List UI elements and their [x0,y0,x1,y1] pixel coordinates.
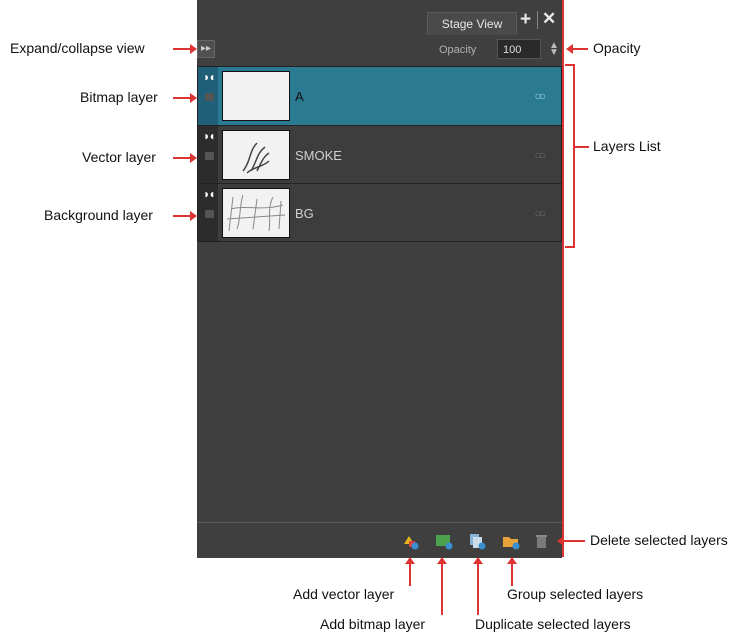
layer-thumbnail [222,130,290,180]
callout-add-vector: Add vector layer [293,586,395,602]
lock-icon[interactable] [205,210,214,218]
callout-expand: Expand/collapse view [10,40,145,56]
link-icon[interactable]: ○○ [535,206,546,220]
callout-line [563,540,585,542]
eye-icon[interactable]: ◗◖ [203,70,215,84]
tab-separator [537,11,538,29]
arrow-icon [190,211,197,221]
eye-icon[interactable]: ◗◖ [203,187,215,201]
callout-layers-list: Layers List [593,138,661,154]
layer-row-vector[interactable]: ◗◖ SMOKE ○○ [197,126,562,184]
callout-delete: Delete selected layers [590,532,728,548]
lock-icon[interactable] [205,152,214,160]
callout-add-bitmap: Add bitmap layer [320,616,426,632]
callout-line [573,146,589,148]
opacity-field[interactable]: 100 [497,39,541,59]
callout-vector: Vector layer [82,149,156,165]
callout-group: Group selected layers [507,586,644,602]
spinner-icon[interactable]: ▲ ▼ [549,41,559,58]
callout-bracket [565,64,575,248]
expand-collapse-button[interactable]: ▸▸ [197,40,215,58]
layers-list: ◗◖ A ○○ ◗◖ SMOKE ○○ ◗◖ BG ○○ [197,66,562,242]
callout-line [409,563,411,586]
close-icon[interactable]: ✕ [542,9,556,29]
opacity-label: Opacity [439,44,477,56]
callout-duplicate: Duplicate selected layers [475,616,631,632]
layer-name: BG [295,206,314,221]
callout-line [511,563,513,586]
callout-bitmap: Bitmap layer [80,89,158,105]
add-bitmap-layer-icon[interactable] [435,532,453,550]
arrow-icon [190,93,197,103]
tab-stage-view[interactable]: Stage View [427,12,517,35]
duplicate-layers-icon[interactable] [468,532,486,550]
layer-toolbar [197,522,562,558]
callout-opacity: Opacity [593,40,641,56]
layer-thumbnail [222,188,290,238]
layer-panel: Stage View + ✕ ▸▸ Opacity 100 ▲ ▼ ◗◖ A ○○… [197,0,564,558]
callout-line [477,563,479,615]
lock-icon[interactable] [205,93,214,101]
layer-thumbnail [222,71,290,121]
trash-icon[interactable] [533,532,551,550]
smoke-sketch-icon [242,142,270,174]
arrow-icon [190,44,197,54]
layer-row-bitmap[interactable]: ◗◖ A ○○ [197,66,562,126]
background-sketch-icon [226,194,286,232]
layer-name: SMOKE [295,148,342,163]
plus-icon[interactable]: + [520,9,531,31]
callout-line [441,563,443,615]
link-icon[interactable]: ○○ [535,148,546,162]
layer-row-background[interactable]: ◗◖ BG ○○ [197,184,562,242]
arrow-icon [190,153,197,163]
eye-icon[interactable]: ◗◖ [203,129,215,143]
callout-line [572,48,588,50]
add-vector-layer-icon[interactable] [401,532,419,550]
group-layers-icon[interactable] [502,532,520,550]
link-icon[interactable]: ○○ [535,89,546,103]
callout-background: Background layer [44,207,153,223]
layer-name: A [295,89,304,104]
